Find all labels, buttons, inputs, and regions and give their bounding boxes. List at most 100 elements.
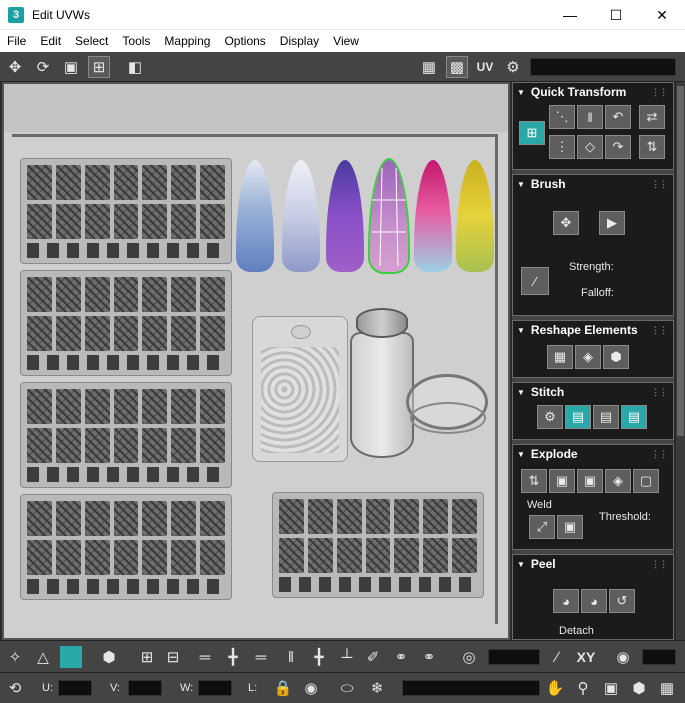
pan-icon[interactable]: ✋ bbox=[544, 677, 566, 699]
visibility-icon[interactable]: ◉ bbox=[300, 677, 322, 699]
texture-checker-icon[interactable]: ▩ bbox=[446, 56, 468, 78]
menu-select[interactable]: Select bbox=[68, 34, 115, 48]
close-button[interactable]: ✕ bbox=[639, 0, 685, 30]
nail-selected[interactable] bbox=[368, 158, 410, 274]
scrollbar-thumb[interactable] bbox=[677, 86, 684, 436]
scale-icon[interactable]: ▣ bbox=[60, 56, 82, 78]
freeze-icon[interactable]: ❄ bbox=[366, 677, 388, 699]
paint-shrink-icon[interactable]: ⚭ bbox=[418, 646, 440, 668]
collapse-arrow-icon: ▼ bbox=[517, 387, 525, 397]
reset-peel-icon[interactable]: ↺ bbox=[609, 589, 635, 613]
flatten-icon[interactable]: ⬢ bbox=[603, 345, 629, 369]
stitch-to-target-icon[interactable]: ▤ bbox=[621, 405, 647, 429]
checker-icon[interactable]: ▦ bbox=[418, 56, 440, 78]
minimize-button[interactable]: — bbox=[547, 0, 593, 30]
menu-view[interactable]: View bbox=[326, 34, 366, 48]
rollout-header[interactable]: ▼ Brush ⋮⋮ bbox=[513, 175, 673, 193]
panel-scrollbar[interactable] bbox=[676, 82, 685, 640]
rollout-header[interactable]: ▼ Stitch ⋮⋮ bbox=[513, 383, 673, 401]
loop-select-icon[interactable]: ═ bbox=[194, 646, 216, 668]
rotate-cw-icon[interactable]: ↷ bbox=[605, 135, 631, 159]
falloff-field[interactable] bbox=[488, 649, 540, 665]
rollout-header[interactable]: ▼ Quick Transform ⋮⋮ bbox=[513, 83, 673, 101]
paint-move-icon[interactable]: ✥ bbox=[553, 211, 579, 235]
grow-select-icon[interactable]: ⊞ bbox=[136, 646, 158, 668]
settings-icon[interactable]: ⚙ bbox=[502, 56, 524, 78]
explode-by-smoothing-icon[interactable]: ▣ bbox=[549, 469, 575, 493]
texture-dropdown[interactable] bbox=[530, 58, 676, 76]
distribute-h-icon[interactable]: ⇄ bbox=[639, 105, 665, 129]
brush-curve-icon[interactable]: ∕ bbox=[521, 267, 549, 295]
menu-file[interactable]: File bbox=[0, 34, 33, 48]
top-toolbar: ✥ ⟳ ▣ ⊞ ◧ ▦ ▩ UV ⚙ bbox=[0, 52, 685, 82]
rollout-header[interactable]: ▼ Reshape Elements ⋮⋮ bbox=[513, 321, 673, 339]
ring-grow-icon[interactable]: ╋ bbox=[308, 646, 330, 668]
distribute-v-icon[interactable]: ⇅ bbox=[639, 135, 665, 159]
paint-grow-icon[interactable]: ⚭ bbox=[390, 646, 412, 668]
stamp-plate-1 bbox=[20, 158, 232, 264]
stitch-average-icon[interactable]: ▤ bbox=[593, 405, 619, 429]
shrink-select-icon[interactable]: ⊟ bbox=[162, 646, 184, 668]
menu-display[interactable]: Display bbox=[273, 34, 326, 48]
face-select-icon[interactable] bbox=[60, 646, 82, 668]
edge-select-icon[interactable]: △ bbox=[32, 646, 54, 668]
u-field[interactable] bbox=[58, 680, 92, 696]
menu-tools[interactable]: Tools bbox=[115, 34, 157, 48]
rotate-ccw-icon[interactable]: ↶ bbox=[605, 105, 631, 129]
explode-by-angle-icon[interactable]: ◈ bbox=[605, 469, 631, 493]
element-select-icon[interactable]: ⬢ bbox=[98, 646, 120, 668]
zoom-extents-icon[interactable]: ⬢ bbox=[628, 677, 650, 699]
align-horizontal-icon[interactable]: ⋱ bbox=[549, 105, 575, 129]
menu-mapping[interactable]: Mapping bbox=[157, 34, 217, 48]
weld-all-icon[interactable]: ▣ bbox=[557, 515, 583, 539]
rollout-stitch: ▼ Stitch ⋮⋮ ⚙ ▤ ▤ ▤ bbox=[512, 382, 674, 440]
straighten-icon[interactable]: ▦ bbox=[547, 345, 573, 369]
quick-peel-icon[interactable]: ◕ bbox=[553, 589, 579, 613]
grid-snap-icon[interactable]: ▦ bbox=[656, 677, 678, 699]
menu-edit[interactable]: Edit bbox=[33, 34, 68, 48]
rotate-icon[interactable]: ⟳ bbox=[32, 56, 54, 78]
uv-viewport[interactable] bbox=[2, 82, 510, 640]
rollout-header[interactable]: ▼ Explode ⋮⋮ bbox=[513, 445, 673, 463]
ring-shrink-icon[interactable]: ┴ bbox=[336, 646, 358, 668]
align-vertical-icon[interactable]: ⋮ bbox=[549, 135, 575, 159]
coordinate-mode-icon[interactable]: ⟲ bbox=[4, 677, 26, 699]
soft-value-field[interactable] bbox=[642, 649, 676, 665]
paint-select-icon[interactable]: ✐ bbox=[362, 646, 384, 668]
move-icon[interactable]: ✥ bbox=[4, 56, 26, 78]
peel-mode-icon[interactable]: ◕ bbox=[581, 589, 607, 613]
soft-selection-icon[interactable]: ◎ bbox=[458, 646, 480, 668]
stitch-custom-icon[interactable]: ⚙ bbox=[537, 405, 563, 429]
space-vertical-icon[interactable]: ‖ bbox=[577, 105, 603, 129]
space-horizontal-icon[interactable]: ◇ bbox=[577, 135, 603, 159]
zoom-icon[interactable]: ⚲ bbox=[572, 677, 594, 699]
collapse-arrow-icon: ▼ bbox=[517, 87, 525, 97]
menu-options[interactable]: Options bbox=[217, 34, 272, 48]
ring-select-icon[interactable]: ‖ bbox=[280, 646, 302, 668]
maximize-button[interactable]: ☐ bbox=[593, 0, 639, 30]
relax-icon[interactable]: ◈ bbox=[575, 345, 601, 369]
uv-label[interactable]: UV bbox=[474, 56, 496, 78]
vertex-select-icon[interactable]: ✧ bbox=[4, 646, 26, 668]
loop-grow-icon[interactable]: ╋ bbox=[222, 646, 244, 668]
explode-by-material-icon[interactable]: ▣ bbox=[577, 469, 603, 493]
hide-icon[interactable]: ⬭ bbox=[336, 677, 358, 699]
falloff-space-icon[interactable]: ◉ bbox=[612, 646, 634, 668]
mirror-icon[interactable]: ◧ bbox=[124, 56, 146, 78]
zoom-region-icon[interactable]: ▣ bbox=[600, 677, 622, 699]
freeform-icon[interactable]: ⊞ bbox=[88, 56, 110, 78]
selection-set-field[interactable] bbox=[402, 680, 540, 696]
align-center-icon[interactable]: ⊞ bbox=[519, 121, 545, 145]
lock-icon[interactable]: 🔒 bbox=[272, 677, 294, 699]
falloff-type-icon[interactable]: ∕ bbox=[546, 646, 568, 668]
explode-to-edges-icon[interactable]: ▢ bbox=[633, 469, 659, 493]
v-field[interactable] bbox=[128, 680, 162, 696]
w-field[interactable] bbox=[198, 680, 232, 696]
loop-shrink-icon[interactable]: ═ bbox=[250, 646, 272, 668]
relax-brush-icon[interactable]: ▶ bbox=[599, 211, 625, 235]
xy-label[interactable]: XY bbox=[572, 646, 600, 668]
weld-selected-icon[interactable]: ⤢ bbox=[529, 515, 555, 539]
explode-by-polygon-icon[interactable]: ⇅ bbox=[521, 469, 547, 493]
stitch-to-source-icon[interactable]: ▤ bbox=[565, 405, 591, 429]
rollout-header[interactable]: ▼ Peel ⋮⋮ bbox=[513, 555, 673, 573]
